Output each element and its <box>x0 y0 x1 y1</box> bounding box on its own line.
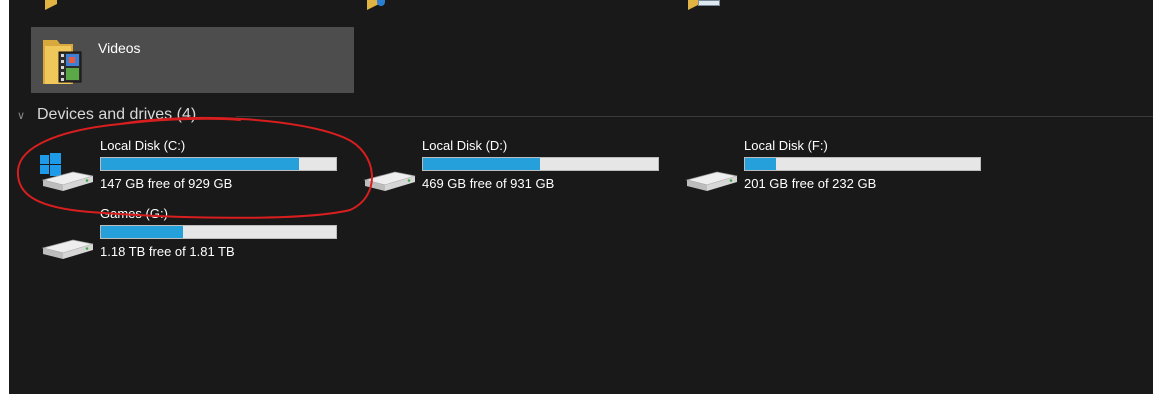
drive-free-space: 147 GB free of 929 GB <box>100 176 233 191</box>
drive-usage-bar <box>422 157 659 171</box>
hard-drive-icon <box>685 171 738 191</box>
drive-label: Games (G:) <box>100 206 168 221</box>
drive-item-c[interactable]: Local Disk (C:) 147 GB free of 929 GB <box>37 138 357 198</box>
drive-label: Local Disk (C:) <box>100 138 186 153</box>
drive-item-d[interactable]: Local Disk (D:) 469 GB free of 931 GB <box>359 138 679 198</box>
file-explorer-pane: Videos ∨ Devices and drives (4) Local Di… <box>9 0 1153 394</box>
hard-drive-icon <box>363 171 416 191</box>
drive-free-space: 1.18 TB free of 1.81 TB <box>100 244 235 259</box>
folder-icon <box>367 0 385 10</box>
folder-icon <box>688 0 720 10</box>
drive-usage-bar <box>100 225 337 239</box>
drive-usage-fill <box>101 158 299 170</box>
hard-drive-icon <box>41 239 94 259</box>
videos-folder-icon <box>43 40 82 84</box>
drive-label: Local Disk (D:) <box>422 138 508 153</box>
drive-free-space: 469 GB free of 931 GB <box>422 176 555 191</box>
windows-drive-icon <box>40 153 94 191</box>
drive-item-f[interactable]: Local Disk (F:) 201 GB free of 232 GB <box>681 138 1001 198</box>
drive-usage-fill <box>745 158 777 170</box>
drive-usage-fill <box>423 158 540 170</box>
folder-item-videos[interactable]: Videos <box>31 27 354 93</box>
chevron-down-icon[interactable]: ∨ <box>17 109 37 122</box>
devices-group-title: Devices and drives (4) <box>37 106 197 123</box>
drive-usage-bar <box>744 157 981 171</box>
devices-group-header[interactable]: ∨ Devices and drives (4) <box>17 104 196 126</box>
drive-usage-bar <box>100 157 337 171</box>
folder-icon <box>45 0 61 10</box>
group-divider <box>236 116 1153 117</box>
folder-item-label: Videos <box>98 40 141 56</box>
drive-usage-fill <box>101 226 183 238</box>
drive-free-space: 201 GB free of 232 GB <box>744 176 877 191</box>
drive-label: Local Disk (F:) <box>744 138 828 153</box>
drive-item-g[interactable]: Games (G:) 1.18 TB free of 1.81 TB <box>37 206 357 266</box>
